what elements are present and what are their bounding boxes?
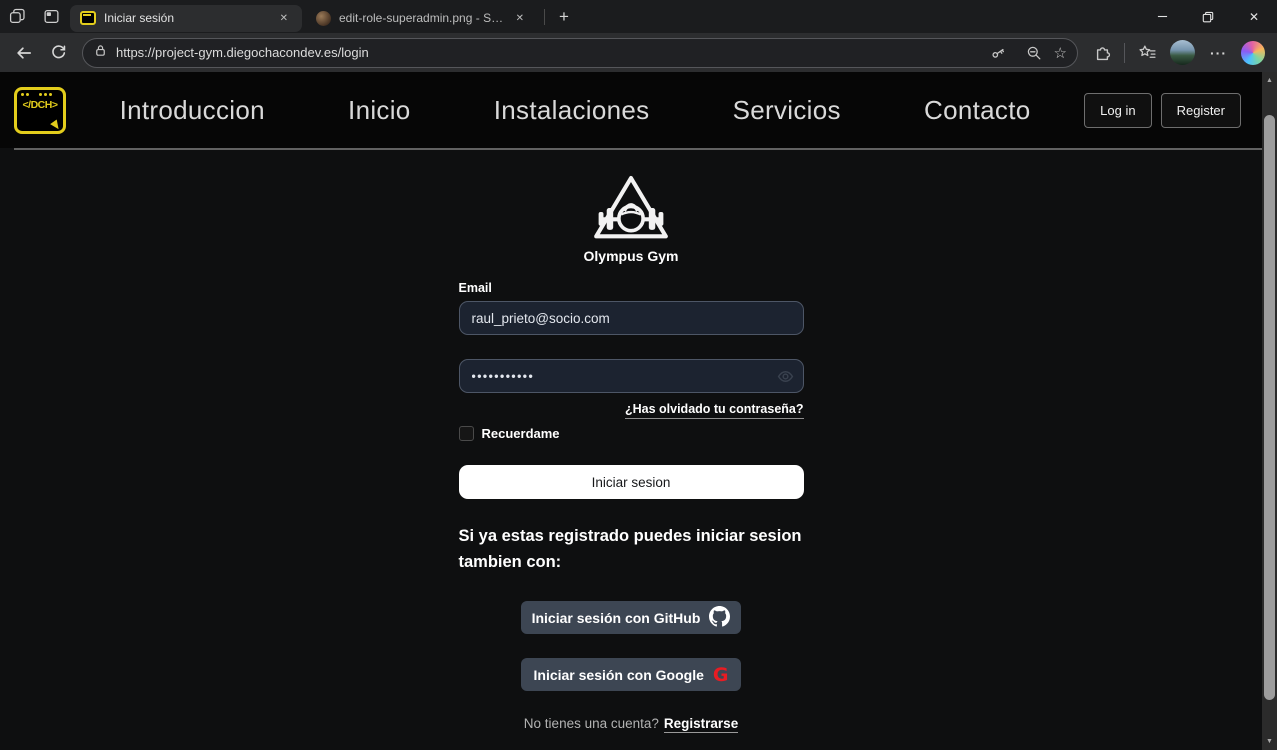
github-icon [709,606,730,630]
dch-logo-text: </DCH> [17,99,63,111]
extensions-icon[interactable] [1086,37,1118,69]
nav-auth-buttons: Log in Register [1084,93,1241,128]
zoom-out-icon[interactable] [1018,37,1050,69]
nav-item-contacto[interactable]: Contacto [924,95,1030,126]
site-lock-icon[interactable] [93,43,108,63]
register-button[interactable]: Register [1161,93,1241,128]
omnibox-actions: ☆ [982,37,1067,69]
nav-item-introduccion[interactable]: Introduccion [120,95,265,126]
favorites-bar-icon[interactable] [1131,37,1163,69]
dch-logo-dots [17,90,63,96]
copilot-icon[interactable] [1241,41,1265,65]
password-field[interactable] [459,359,804,393]
tab-divider [544,9,545,25]
toolbar-divider [1124,43,1125,63]
nav-item-instalaciones[interactable]: Instalaciones [494,95,650,126]
github-login-button[interactable]: Iniciar sesión con GitHub [521,601,741,634]
github-button-label: Iniciar sesión con GitHub [532,610,701,626]
browser-tab-inactive[interactable]: edit-role-superadmin.png - Squo ✕ [306,5,538,32]
workspaces-icon[interactable] [0,0,34,33]
email-label: Email [459,281,804,295]
password-wrap [459,359,804,393]
tab-actions-icon[interactable] [34,0,68,33]
scroll-down-arrow[interactable]: ▼ [1262,738,1277,745]
favorite-star-icon[interactable]: ☆ [1054,44,1067,62]
back-icon[interactable] [8,37,40,69]
tab-close-icon[interactable]: ✕ [276,11,292,26]
login-submit-button[interactable]: Iniciar sesion [459,465,804,499]
show-password-eye-icon[interactable] [777,368,794,390]
remember-checkbox[interactable] [459,426,474,441]
password-key-icon[interactable] [982,37,1014,69]
restore-button[interactable] [1185,0,1231,33]
login-form: Olympus Gym Email ¿Has olvidado tu contr… [459,150,804,731]
brand-name: Olympus Gym [459,248,804,264]
browser-toolbar: https://project-gym.diegochacondev.es/lo… [0,33,1277,72]
page-scrollbar[interactable]: ▲ ▼ [1262,72,1277,750]
tab-title: Iniciar sesión [104,11,268,25]
nav-item-inicio[interactable]: Inicio [348,95,411,126]
scroll-up-arrow[interactable]: ▲ [1262,77,1277,84]
profile-avatar[interactable] [1170,40,1195,65]
register-link[interactable]: Registrarse [664,716,738,733]
cursor-icon [50,119,62,131]
tab-close-icon[interactable]: ✕ [512,11,528,26]
window-controls: ✕ [1139,0,1277,33]
dch-favicon [80,11,96,25]
register-prompt-text: No tienes una cuenta? [524,716,659,731]
email-field[interactable] [459,301,804,335]
new-tab-button[interactable]: + [549,7,579,27]
scrollbar-thumb[interactable] [1264,115,1275,700]
nav-item-servicios[interactable]: Servicios [733,95,841,126]
social-login-intro: Si ya estas registrado puedes iniciar se… [459,524,804,575]
browser-menu-icon[interactable]: ··· [1202,45,1235,61]
login-page: Olympus Gym Email ¿Has olvidado tu contr… [0,150,1262,750]
register-prompt: No tienes una cuenta? Registrarse [459,716,804,731]
close-window-button[interactable]: ✕ [1231,0,1277,33]
tab-title: edit-role-superadmin.png - Squo [339,11,504,25]
google-icon: G [713,664,729,686]
nav-links: Introduccion Inicio Instalaciones Servic… [66,95,1084,126]
remember-row: Recuerdame [459,426,804,441]
minimize-button[interactable] [1139,0,1185,33]
site-navbar: </DCH> Introduccion Inicio Instalaciones… [0,72,1277,148]
login-button[interactable]: Log in [1084,93,1151,128]
address-bar[interactable]: https://project-gym.diegochacondev.es/lo… [82,38,1078,68]
google-button-label: Iniciar sesión con Google [534,667,704,683]
refresh-icon[interactable] [42,37,74,69]
forgot-password-link[interactable]: ¿Has olvidado tu contraseña? [625,402,804,419]
squoosh-favicon [316,11,331,26]
browser-tab-active[interactable]: Iniciar sesión ✕ [70,5,302,32]
remember-label: Recuerdame [482,426,560,441]
olympus-gym-logo [590,174,672,242]
google-login-button[interactable]: Iniciar sesión con Google G [521,658,741,691]
browser-tabstrip: Iniciar sesión ✕ edit-role-superadmin.pn… [0,0,1277,33]
dch-logo[interactable]: </DCH> [14,87,66,134]
url-text[interactable]: https://project-gym.diegochacondev.es/lo… [116,45,974,60]
